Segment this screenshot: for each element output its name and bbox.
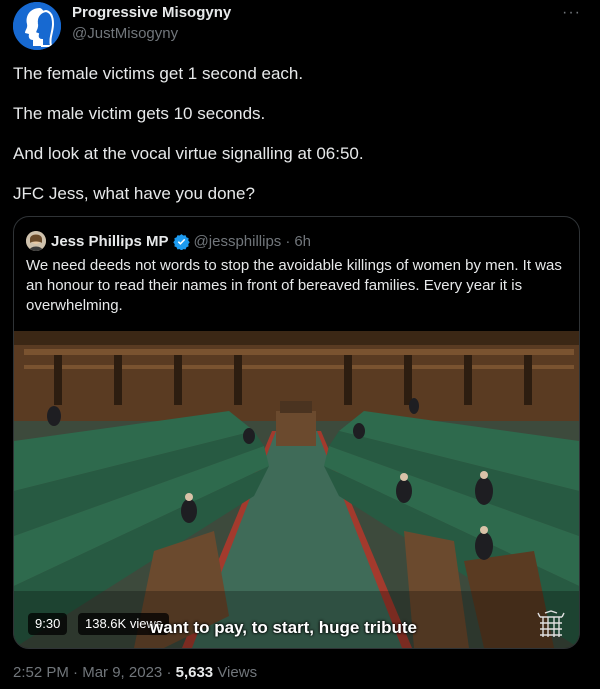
quoted-author-name[interactable]: Jess Phillips MP xyxy=(51,233,169,250)
quoted-author-handle[interactable]: @jessphillips xyxy=(194,233,282,250)
tweet-footer: 2:52 PM · Mar 9, 2023 · 5,633 Views xyxy=(13,664,257,681)
views-label: Views xyxy=(217,664,258,681)
quoted-tweet[interactable]: Jess Phillips MP @jessphillips · 6h We n… xyxy=(13,216,580,649)
tweet-paragraph: JFC Jess, what have you done? xyxy=(13,184,255,203)
video-frame xyxy=(14,331,579,648)
quoted-tweet-header: Jess Phillips MP @jessphillips · 6h xyxy=(26,231,311,251)
portcullis-icon xyxy=(537,610,565,637)
video-caption: want to pay, to start, huge tribute xyxy=(150,618,417,637)
quoted-tweet-text: We need deeds not words to stop the avoi… xyxy=(26,257,562,314)
verified-badge-icon xyxy=(172,233,190,250)
more-options-icon[interactable]: ··· xyxy=(562,4,581,22)
video-player[interactable]: 9:30 138.6K views want to pay, to start,… xyxy=(14,331,579,648)
author-handle[interactable]: @JustMisogyny xyxy=(72,25,178,42)
video-duration: 9:30 xyxy=(28,613,68,635)
tweet-date[interactable]: Mar 9, 2023 xyxy=(82,664,162,681)
views-count: 5,633 xyxy=(175,664,214,681)
tweet-paragraph: The male victim gets 10 seconds. xyxy=(13,104,266,123)
tweet-paragraph: The female victims get 1 second each. xyxy=(13,64,304,83)
meta-separator: · xyxy=(73,664,79,681)
meta-separator: · xyxy=(166,664,172,681)
tweet-body: The female victims get 1 second each. Th… xyxy=(13,64,583,224)
quoted-author-avatar[interactable] xyxy=(26,231,46,251)
meta-separator: · xyxy=(285,232,291,250)
author-avatar[interactable] xyxy=(13,2,61,50)
author-name[interactable]: Progressive Misogyny xyxy=(72,4,231,21)
quoted-tweet-age[interactable]: 6h xyxy=(294,233,311,250)
tweet-header: Progressive Misogyny @JustMisogyny ··· xyxy=(13,0,587,50)
tweet-time[interactable]: 2:52 PM xyxy=(13,664,69,681)
tweet-paragraph: And look at the vocal virtue signalling … xyxy=(13,144,364,163)
